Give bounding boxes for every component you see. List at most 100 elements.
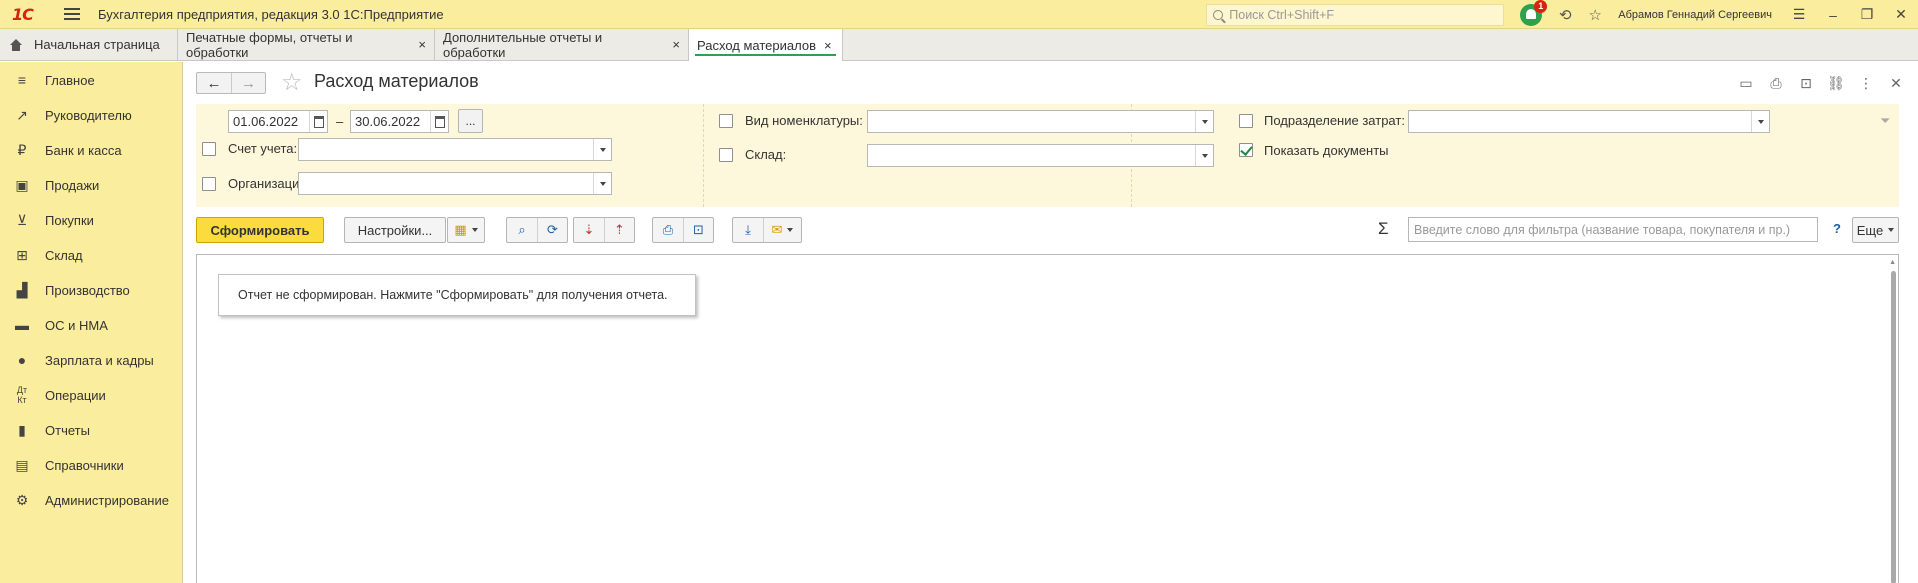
filter-funnel-icon[interactable]: ⏷ [1880,113,1890,129]
history-icon[interactable]: ⟲ [1550,0,1580,29]
calendar-icon[interactable] [430,111,448,132]
search-placeholder: Поиск Ctrl+Shift+F [1229,7,1335,22]
sidebar-item-label: Администрирование [45,492,169,508]
sidebar-item-purchases[interactable]: ⊻ Покупки [0,205,183,235]
vertical-scrollbar[interactable] [1891,271,1896,583]
sidebar-item-warehouse[interactable]: ⊞ Склад [0,240,183,270]
show-documents-checkbox[interactable] [1239,143,1253,157]
sidebar-item-reports[interactable]: ▮ Отчеты [0,415,183,445]
user-name[interactable]: Абрамов Геннадий Сергеевич [1618,9,1772,21]
home-icon [10,38,22,51]
main-menu-icon[interactable] [64,8,80,20]
generate-button[interactable]: Сформировать [196,217,324,243]
period-start-field[interactable]: 01.06.2022 [228,110,328,133]
sidebar-item-label: Склад [45,247,83,263]
more-vertical-icon[interactable]: ⋮ [1854,72,1878,94]
link-icon[interactable]: ⛓ [1824,72,1848,94]
sidebar-item-main[interactable]: ≡ Главное [0,65,183,95]
find-icon[interactable]: ⌕ [507,218,537,242]
report-variant-icon: ▦ [454,222,467,237]
column-divider [703,104,704,207]
sidebar-item-production[interactable]: ▟ Производство [0,275,183,305]
variants-dropdown-button[interactable]: ▦ [447,217,485,243]
print-preview-icon[interactable]: ⊡ [683,218,713,242]
sidebar-item-operations[interactable]: Дт Кт Операции [0,380,183,410]
scroll-up-icon[interactable]: ▲ [1889,259,1896,266]
save-icon[interactable]: ▭ [1734,72,1758,94]
account-field[interactable] [298,138,612,161]
expand-groups-icon[interactable]: ⇣ [574,218,604,242]
show-documents-label: Показать документы [1264,143,1389,158]
back-arrow-icon[interactable]: ← [197,73,231,93]
dropdown-arrow-icon[interactable] [593,139,611,160]
global-search-input[interactable]: Поиск Ctrl+Shift+F [1206,3,1505,26]
tab-close-icon[interactable]: × [824,38,832,53]
close-window-icon[interactable]: ✕ [1884,0,1918,29]
title-bar: 1С Бухгалтерия предприятия, редакция 3.0… [0,0,1918,29]
debit-credit-icon: Дт Кт [16,385,28,405]
period-end-field[interactable]: 30.06.2022 [350,110,449,133]
send-email-icon[interactable]: ✉ [763,218,801,242]
warehouse-checkbox[interactable] [719,148,733,162]
report-document-area[interactable]: ▲ Отчет не сформирован. Нажмите "Сформир… [196,254,1899,583]
nomenclature-type-field[interactable] [867,110,1214,133]
sidebar-item-label: ОС и НМА [45,317,108,333]
period-end-value: 30.06.2022 [355,114,421,129]
cost-division-field[interactable] [1408,110,1770,133]
trend-icon: ↗ [16,106,28,123]
1c-logo: 1С [12,5,34,24]
sidebar-item-sales[interactable]: ▣ Продажи [0,170,183,200]
favorites-star-icon[interactable]: ☆ [1580,0,1610,29]
notifications-bell-icon[interactable]: 1 [1520,0,1548,26]
dropdown-arrow-icon[interactable] [593,173,611,194]
cost-division-checkbox[interactable] [1239,114,1253,128]
account-label: Счет учета: [228,141,298,156]
calendar-icon[interactable] [309,111,327,132]
sidebar-item-manager[interactable]: ↗ Руководителю [0,100,183,130]
restore-icon[interactable]: ❐ [1850,0,1884,29]
window-settings-icon[interactable]: ☰ [1782,0,1816,29]
close-form-icon[interactable]: ✕ [1884,72,1908,94]
sidebar-item-salary[interactable]: ● Зарплата и кадры [0,345,183,375]
dropdown-arrow-icon[interactable] [1195,111,1213,132]
minimize-icon[interactable]: – [1816,0,1850,29]
more-button[interactable]: Еще [1852,217,1899,243]
sidebar-item-bank[interactable]: ₽ Банк и касса [0,135,183,165]
page-title: Расход материалов [314,71,479,91]
tab-print-forms[interactable]: Печатные формы, отчеты и обработки × [178,29,435,60]
print-report-icon[interactable]: ⎙ [653,218,683,242]
organization-checkbox[interactable] [202,177,216,191]
collapse-groups-icon[interactable]: ⇡ [604,218,634,242]
tab-close-icon[interactable]: × [672,37,680,52]
period-select-button[interactable]: ... [458,109,483,133]
warehouse-field[interactable] [867,144,1214,167]
cart-icon: ⊻ [16,211,28,228]
dropdown-arrow-icon[interactable] [1195,145,1213,166]
download-icon[interactable]: ⤓ [733,218,763,242]
tab-home[interactable]: Начальная страница [0,29,178,60]
account-checkbox[interactable] [202,142,216,156]
filter-search-input[interactable]: Введите слово для фильтра (название това… [1408,217,1818,242]
sidebar-item-label: Зарплата и кадры [45,352,154,368]
sidebar-item-fixed-assets[interactable]: ▬ ОС и НМА [0,310,183,340]
forward-arrow-icon[interactable]: → [231,73,265,93]
warehouse-label: Склад: [745,147,787,162]
find-next-icon[interactable]: ⟳ [537,218,567,242]
nomenclature-type-checkbox[interactable] [719,114,733,128]
settings-button[interactable]: Настройки... [344,217,446,243]
sum-sigma-icon[interactable]: Σ [1378,219,1389,239]
sidebar-item-catalogs[interactable]: ▤ Справочники [0,450,183,480]
print-icon[interactable]: ⎙ [1764,72,1788,94]
dropdown-arrow-icon[interactable] [1751,111,1769,132]
more-label: Еще [1856,222,1884,238]
favorite-star-icon[interactable]: ☆ [281,68,303,97]
sidebar: ≡ Главное ↗ Руководителю ₽ Банк и касса ▣ Пр… [0,62,183,583]
organization-field[interactable] [298,172,612,195]
notification-badge: 1 [1534,0,1548,13]
sidebar-item-administration[interactable]: ⚙ Администрирование [0,485,183,515]
preview-icon[interactable]: ⊡ [1794,72,1818,94]
tab-close-icon[interactable]: × [418,37,426,52]
tab-additional-reports[interactable]: Дополнительные отчеты и обработки × [435,29,689,60]
tab-materials-consumption[interactable]: Расход материалов × [689,29,843,61]
help-link[interactable]: ? [1833,221,1841,236]
